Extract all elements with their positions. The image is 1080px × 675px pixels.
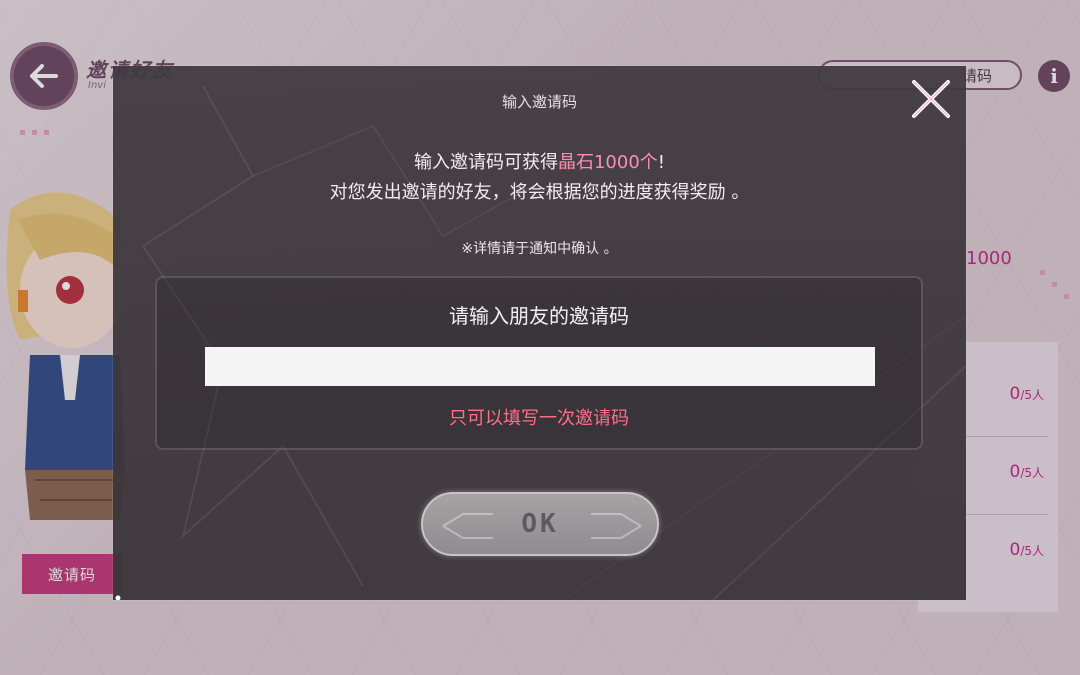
dialog-title: 输入邀请码 [501,93,577,111]
ok-button[interactable]: OK [421,492,659,556]
invite-code-dialog: 输入邀请码 输入邀请码可获得晶石1000个! 对您发出邀请的好友，将会根据您的进… [113,66,966,600]
reward-message: 输入邀请码可获得晶石1000个! [113,148,966,174]
invite-reward-description: 对您发出邀请的好友，将会根据您的进度获得奖励 。 [329,182,750,203]
close-icon[interactable] [908,76,954,122]
ok-button-label: OK [521,509,559,539]
reward-highlight: 晶石1000个 [557,152,658,173]
invite-code-input-panel: 请输入朋友的邀请码 只可以填写一次邀请码 [155,276,923,450]
reward-message-suffix: ! [657,152,666,173]
invite-code-input[interactable] [205,347,875,386]
details-note: ※详情请于通知中确认 。 [461,241,618,257]
input-label: 请输入朋友的邀请码 [449,304,629,328]
input-warning: 只可以填写一次邀请码 [449,408,629,429]
reward-message-prefix: 输入邀请码可获得 [413,152,558,173]
